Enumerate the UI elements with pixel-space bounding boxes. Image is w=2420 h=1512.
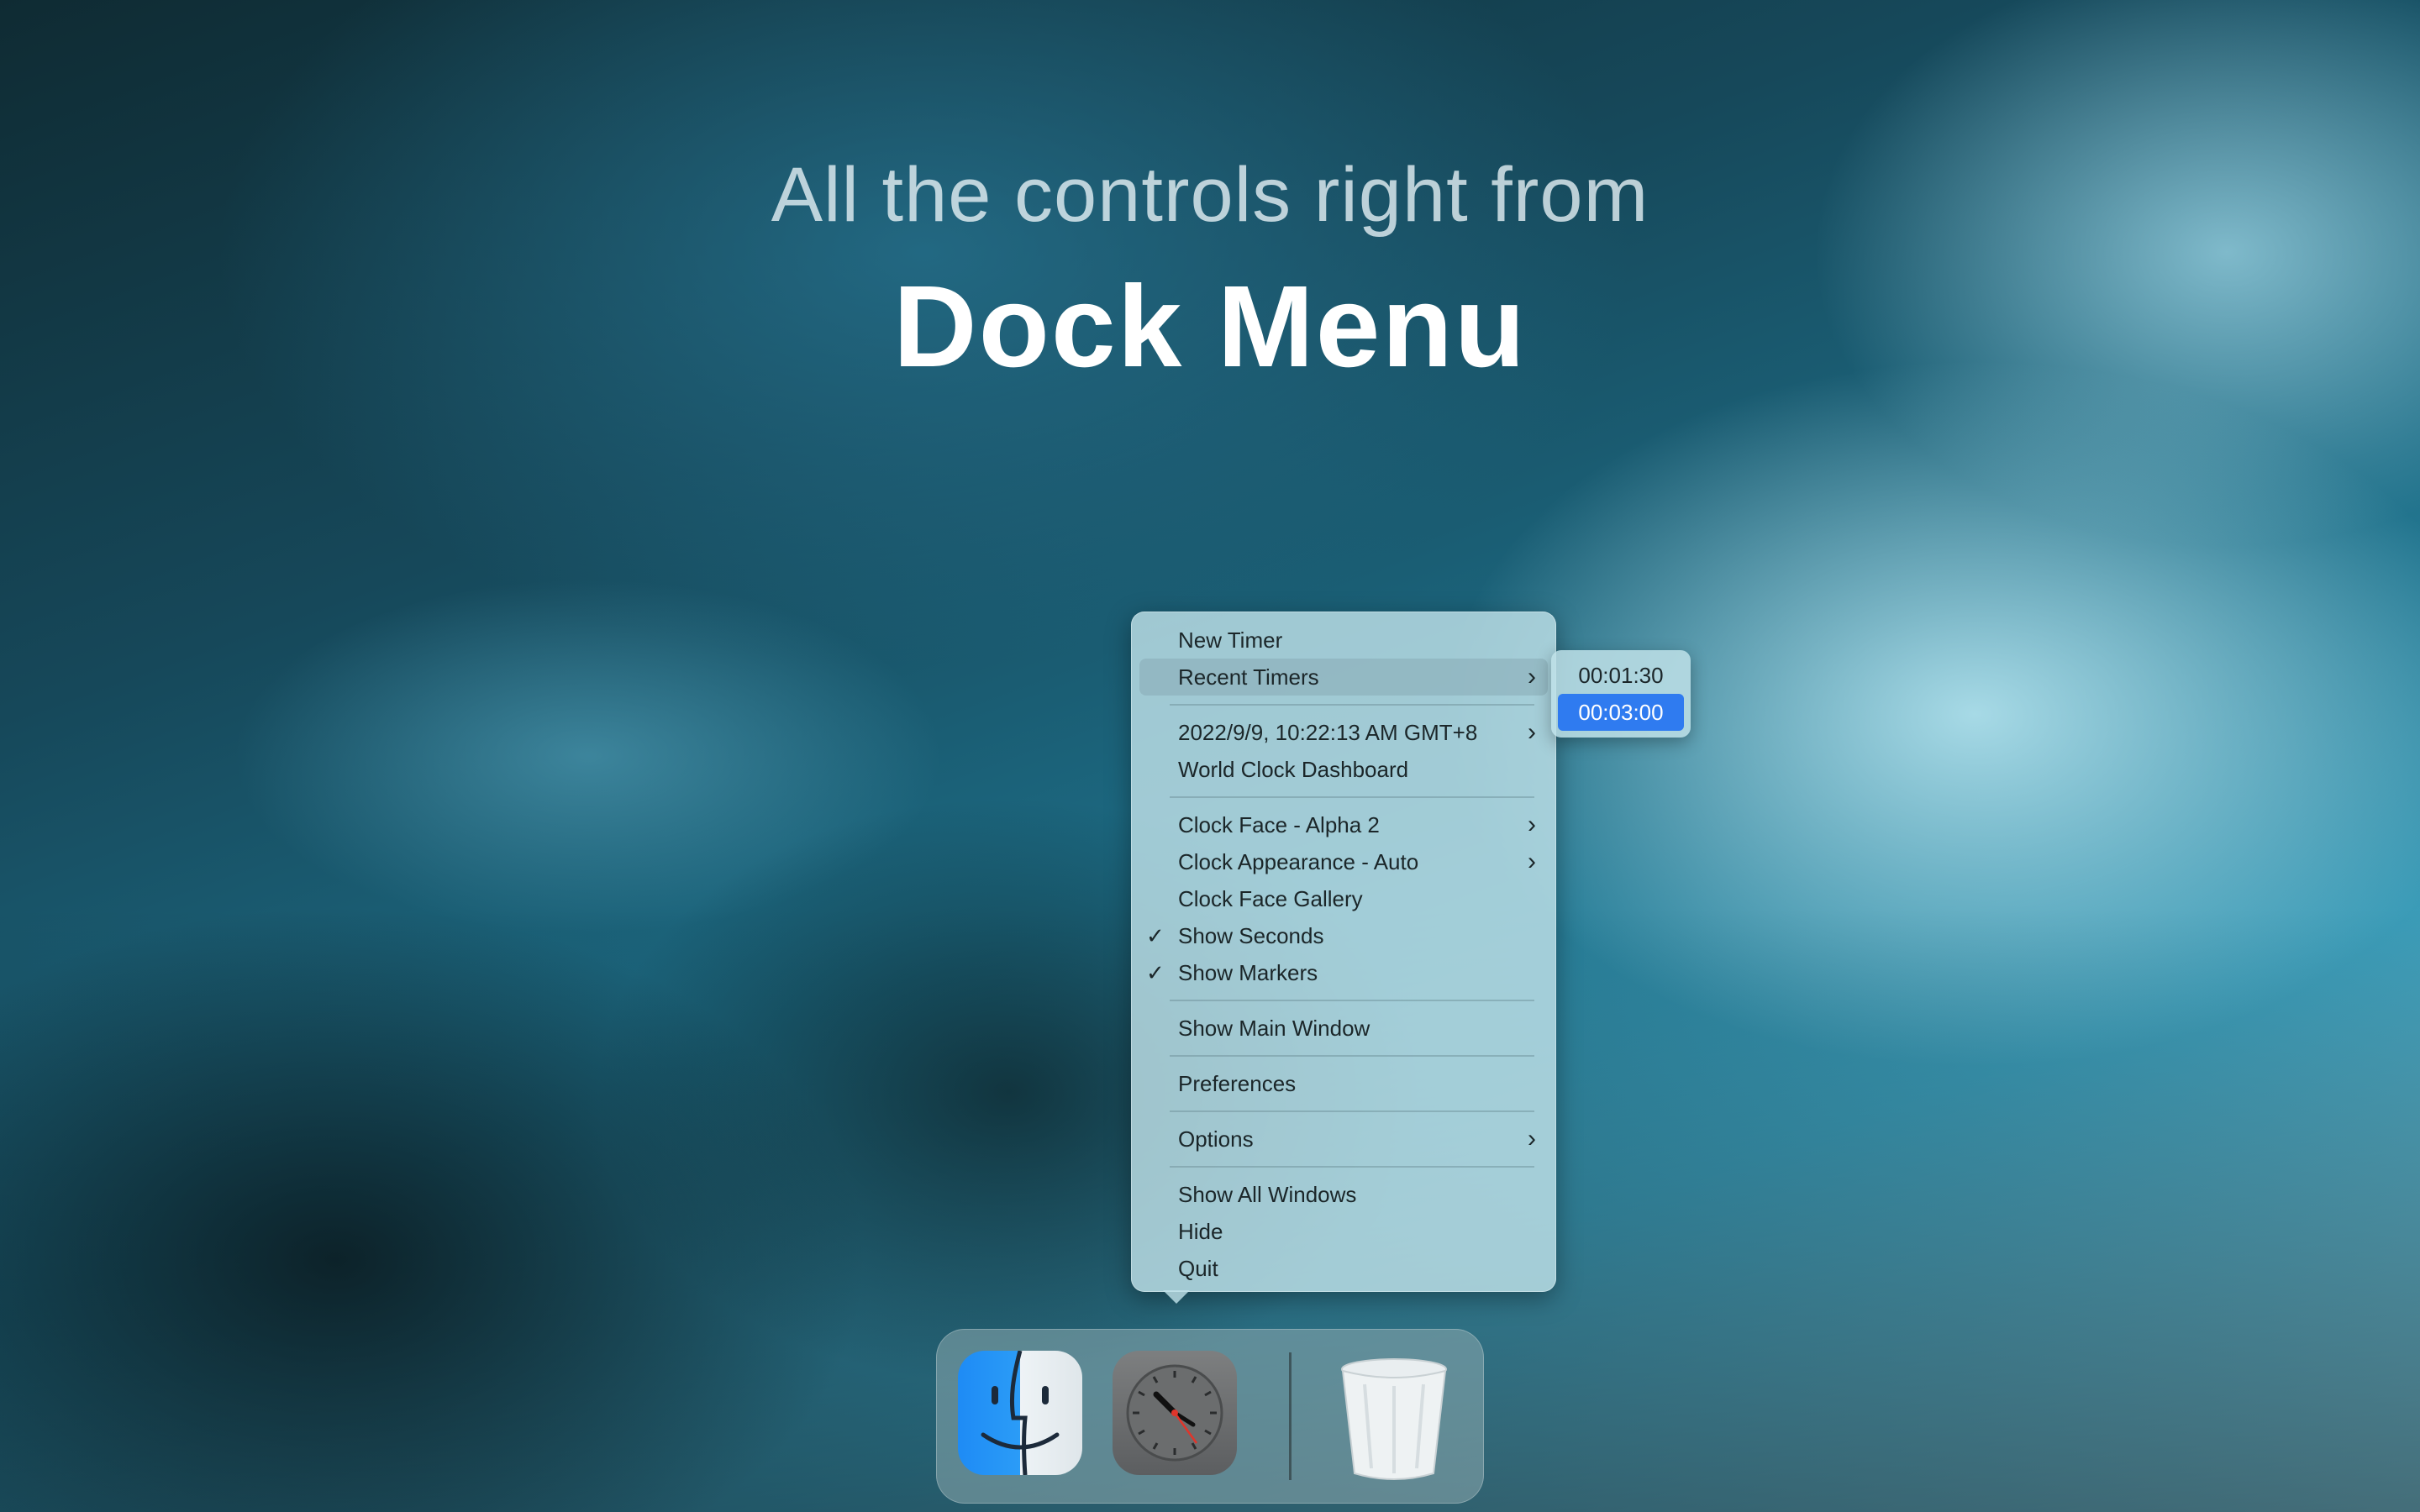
menu-item-label: World Clock Dashboard — [1178, 757, 1409, 782]
recent-timers-submenu: 00:01:30 00:03:00 — [1551, 650, 1691, 738]
menu-item-options[interactable]: Options › — [1139, 1121, 1548, 1158]
menu-item-quit[interactable]: Quit — [1139, 1250, 1548, 1287]
menu-item-preferences[interactable]: Preferences — [1139, 1065, 1548, 1102]
recent-timer-item-selected[interactable]: 00:03:00 — [1558, 694, 1684, 731]
menu-item-label: Clock Appearance - Auto — [1178, 849, 1419, 874]
menu-separator — [1170, 1055, 1534, 1057]
menu-separator — [1170, 1000, 1534, 1001]
menu-item-current-time[interactable]: 2022/9/9, 10:22:13 AM GMT+8 › — [1139, 714, 1548, 751]
menu-item-show-main-window[interactable]: Show Main Window — [1139, 1010, 1548, 1047]
menu-item-label: Show Markers — [1178, 960, 1318, 985]
dock — [936, 1329, 1484, 1504]
menu-item-show-all-windows[interactable]: Show All Windows — [1139, 1176, 1548, 1213]
checkmark-icon: ✓ — [1146, 960, 1165, 985]
trash-can-graphic — [1341, 1358, 1447, 1480]
trash-icon[interactable] — [1331, 1351, 1457, 1480]
menu-item-label: Clock Face - Alpha 2 — [1178, 812, 1380, 837]
menu-item-label: Show Seconds — [1178, 923, 1324, 948]
menu-item-new-timer[interactable]: New Timer — [1139, 622, 1548, 659]
menu-item-label: Quit — [1178, 1256, 1218, 1281]
clock-app-icon[interactable] — [1113, 1351, 1237, 1475]
menu-item-hide[interactable]: Hide — [1139, 1213, 1548, 1250]
menu-item-world-clock-dashboard[interactable]: World Clock Dashboard — [1139, 751, 1548, 788]
promo-headline: All the controls right from — [771, 152, 1649, 238]
chevron-right-icon: › — [1528, 848, 1536, 875]
dock-context-menu: New Timer Recent Timers › 2022/9/9, 10:22… — [1131, 612, 1556, 1292]
checkmark-icon: ✓ — [1146, 923, 1165, 948]
menu-item-show-seconds[interactable]: ✓ Show Seconds — [1139, 917, 1548, 954]
menu-item-label: New Timer — [1178, 627, 1283, 653]
menu-separator — [1170, 704, 1534, 706]
menu-pointer — [1163, 1290, 1190, 1304]
menu-item-label: Clock Face Gallery — [1178, 886, 1363, 911]
menu-item-label: Options — [1178, 1126, 1254, 1152]
menu-item-label: Recent Timers — [1178, 664, 1319, 690]
menu-separator — [1170, 796, 1534, 798]
finder-icon[interactable] — [958, 1351, 1082, 1475]
menu-item-label: Hide — [1178, 1219, 1223, 1244]
menu-separator — [1170, 1110, 1534, 1112]
recent-timer-item[interactable]: 00:01:30 — [1558, 657, 1684, 694]
menu-item-label: 2022/9/9, 10:22:13 AM GMT+8 — [1178, 720, 1478, 745]
menu-item-label: Show Main Window — [1178, 1016, 1370, 1041]
menu-item-label: Show All Windows — [1178, 1182, 1357, 1207]
finder-face-graphic — [981, 1351, 1060, 1475]
promo-title: Dock Menu — [892, 262, 1528, 391]
menu-item-show-markers[interactable]: ✓ Show Markers — [1139, 954, 1548, 991]
chevron-right-icon: › — [1528, 811, 1536, 838]
menu-item-clock-face[interactable]: Clock Face - Alpha 2 › — [1139, 806, 1548, 843]
chevron-right-icon: › — [1528, 718, 1536, 746]
menu-item-label: Preferences — [1178, 1071, 1297, 1096]
clock-face-graphic — [1126, 1364, 1223, 1462]
menu-item-recent-timers[interactable]: Recent Timers › — [1139, 659, 1548, 696]
chevron-right-icon: › — [1528, 1125, 1536, 1152]
menu-item-clock-appearance[interactable]: Clock Appearance - Auto › — [1139, 843, 1548, 880]
chevron-right-icon: › — [1528, 663, 1536, 690]
menu-item-clock-face-gallery[interactable]: Clock Face Gallery — [1139, 880, 1548, 917]
dock-divider — [1289, 1352, 1292, 1480]
menu-separator — [1170, 1166, 1534, 1168]
